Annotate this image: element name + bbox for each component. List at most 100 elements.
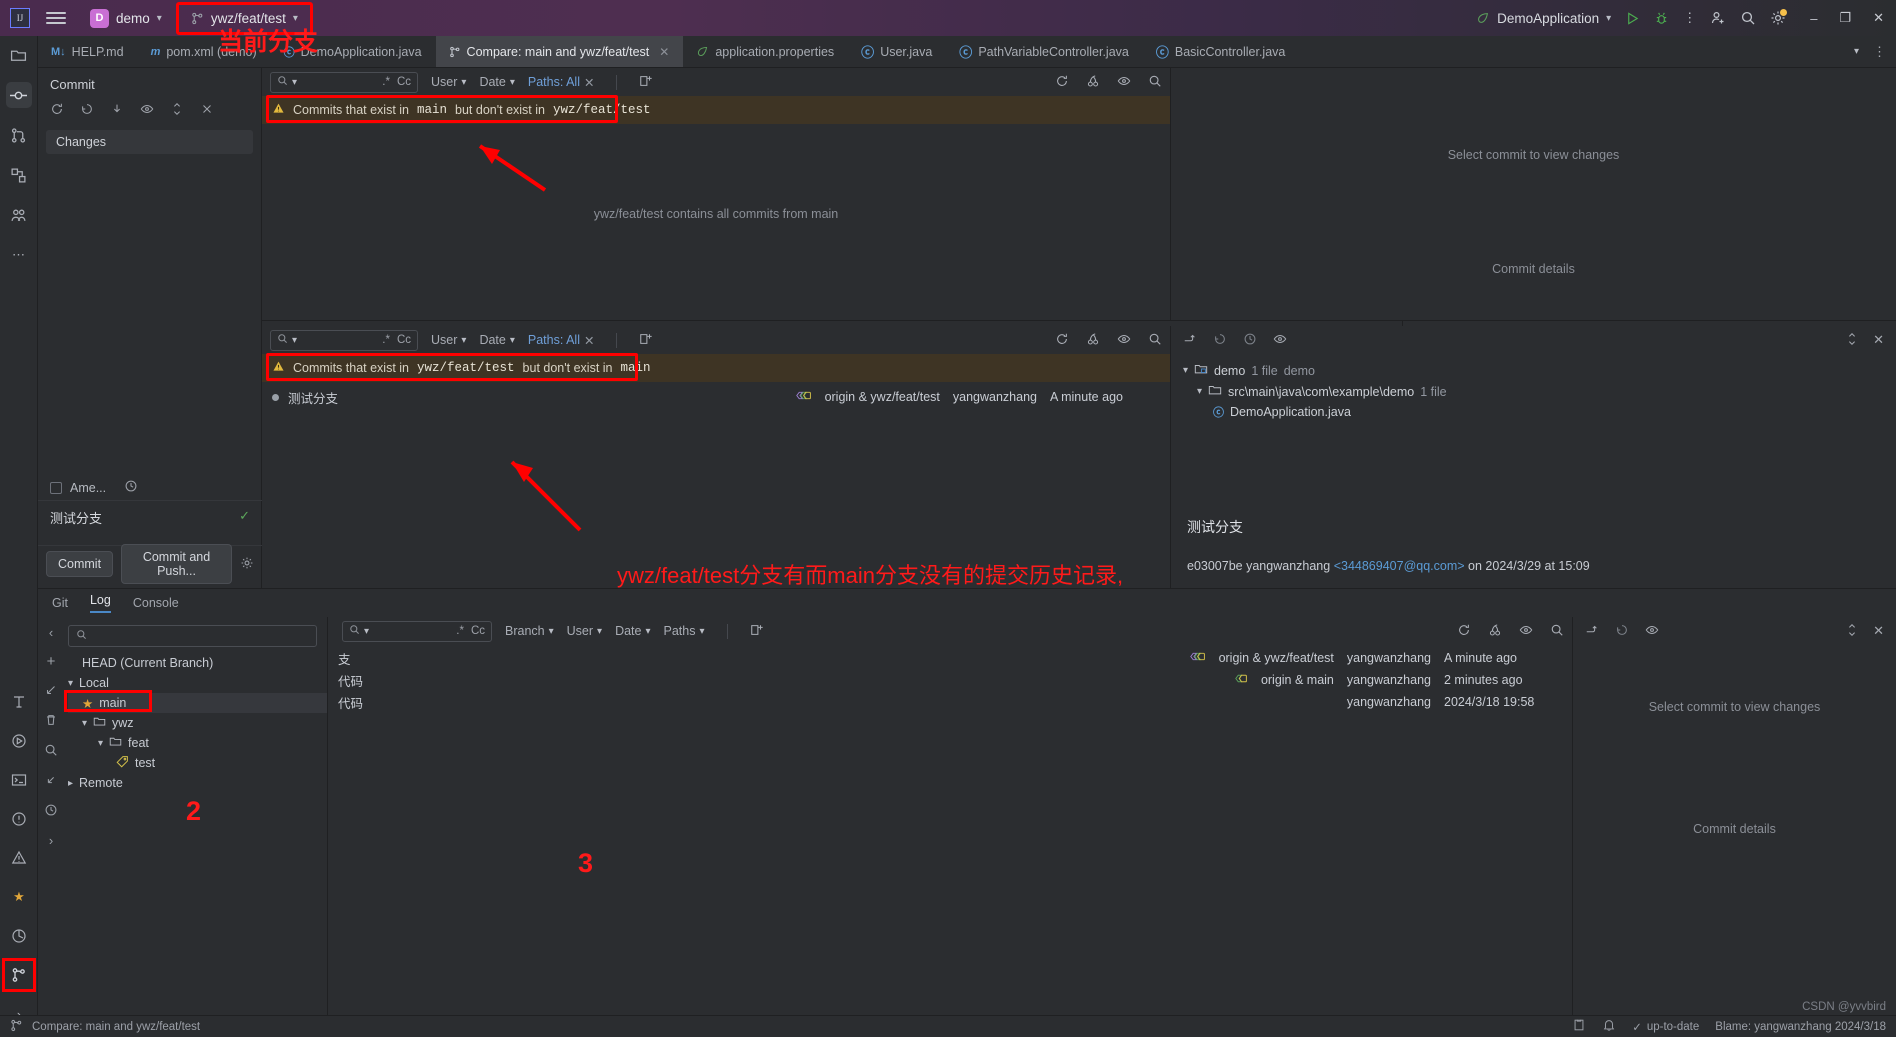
chevron-down-icon[interactable]: ▾: [68, 678, 73, 689]
tree-row[interactable]: ▾ src\main\java\com\example\demo 1 file: [1183, 381, 1884, 402]
filter-date[interactable]: Date ▾: [479, 75, 514, 89]
branch-group-ywz[interactable]: ▾ ywz: [68, 713, 327, 733]
search-icon[interactable]: [1550, 623, 1564, 640]
branch-group-remote[interactable]: ▸ Remote: [68, 773, 327, 793]
case-toggle[interactable]: Cc: [397, 76, 411, 88]
expand-rail-icon[interactable]: ›: [49, 833, 53, 848]
table-row[interactable]: 测试分支 origin & ywz/feat/test yangwanzhang…: [262, 386, 1170, 408]
add-icon[interactable]: +: [47, 653, 56, 670]
branch-selector[interactable]: ywz/feat/test ▾: [175, 1, 313, 35]
eye-icon[interactable]: [140, 102, 154, 119]
maximize-button[interactable]: ❐: [1839, 10, 1851, 26]
regex-toggle[interactable]: .*: [456, 625, 464, 637]
tab-basiccontroller-java[interactable]: ⓒ BasicController.java: [1143, 36, 1299, 67]
chevron-down-icon[interactable]: ▾: [82, 718, 87, 729]
coverage-icon[interactable]: [6, 923, 32, 949]
filter-branch[interactable]: Branch ▾: [505, 624, 554, 638]
update-icon[interactable]: [110, 102, 124, 119]
chevron-right-icon[interactable]: ▸: [68, 778, 73, 789]
regex-toggle[interactable]: .*: [382, 76, 390, 88]
more-vertical-icon[interactable]: ⋮: [1683, 10, 1696, 26]
terminal-font-icon[interactable]: [6, 689, 32, 715]
jump-to-source-icon[interactable]: [1183, 332, 1197, 349]
project-selector[interactable]: D demo ▾: [84, 7, 168, 30]
filter-paths[interactable]: Paths ▾: [664, 624, 705, 638]
branch-search-input[interactable]: [68, 625, 317, 647]
chevron-down-icon[interactable]: ▾: [292, 335, 297, 346]
filter-paths[interactable]: Paths: All ✕: [528, 75, 595, 90]
branch-node-head[interactable]: HEAD (Current Branch): [68, 653, 327, 673]
eye-icon[interactable]: [1645, 623, 1659, 640]
close-icon[interactable]: ✕: [659, 45, 669, 59]
new-tab-icon[interactable]: [639, 332, 653, 349]
chevron-left-icon[interactable]: ‹: [49, 625, 53, 640]
tab-user-java[interactable]: ⓒ User.java: [848, 36, 946, 67]
structure-view-icon[interactable]: [6, 162, 32, 188]
chevron-down-icon[interactable]: ▾: [292, 77, 297, 88]
terminal-icon[interactable]: [6, 767, 32, 793]
commit-view-icon[interactable]: [5, 82, 32, 108]
commit-and-push-button[interactable]: Commit and Push...: [121, 544, 232, 584]
tab-pathvariablecontroller-java[interactable]: ⓒ PathVariableController.java: [946, 36, 1143, 67]
close-button[interactable]: ✕: [1873, 10, 1884, 26]
eye-icon[interactable]: [1273, 332, 1287, 349]
case-toggle[interactable]: Cc: [397, 334, 411, 346]
search-icon[interactable]: [1148, 332, 1162, 349]
refresh-icon[interactable]: [1055, 332, 1069, 349]
up-to-date-status[interactable]: ✓ up-to-date: [1632, 1020, 1699, 1034]
services-icon[interactable]: [6, 202, 32, 228]
expand-all-icon[interactable]: [1845, 623, 1859, 640]
refresh-icon[interactable]: [1457, 623, 1471, 640]
collapse-all-icon[interactable]: [44, 773, 58, 790]
filter-user[interactable]: User ▾: [431, 333, 466, 347]
blame-label[interactable]: Blame: yangwanzhang 2024/3/18: [1715, 1021, 1886, 1033]
chevron-down-icon[interactable]: ▾: [364, 626, 369, 637]
bookmarks-star-icon[interactable]: ★: [6, 884, 32, 910]
git-tool-icon[interactable]: [2, 958, 36, 992]
new-tab-icon[interactable]: [750, 623, 764, 640]
revert-icon[interactable]: [1615, 623, 1629, 640]
close-icon[interactable]: ✕: [1873, 332, 1884, 349]
project-view-icon[interactable]: [6, 42, 32, 68]
tab-demoapplication-java[interactable]: ⓒ DemoApplication.java: [271, 36, 436, 67]
chevron-down-icon[interactable]: ▾: [1183, 365, 1188, 376]
filter-user[interactable]: User ▾: [431, 75, 466, 89]
gear-icon[interactable]: [1770, 9, 1788, 26]
commit-email[interactable]: <344869407@qq.com>: [1334, 559, 1465, 573]
gear-icon[interactable]: [240, 556, 254, 573]
eye-icon[interactable]: [1519, 623, 1533, 640]
tab-pom-xml[interactable]: m pom.xml (demo): [138, 36, 271, 67]
new-tab-icon[interactable]: [639, 74, 653, 91]
close-icon[interactable]: ✕: [584, 75, 594, 90]
history-icon[interactable]: [124, 479, 138, 496]
search-icon[interactable]: [1740, 10, 1756, 26]
tab-compare-branches[interactable]: Compare: main and ywz/feat/test ✕: [435, 36, 684, 67]
tab-application-properties[interactable]: application.properties: [683, 36, 848, 67]
revert-icon[interactable]: [1213, 332, 1227, 349]
delete-icon[interactable]: [44, 713, 58, 730]
collapse-all-icon[interactable]: [200, 102, 214, 119]
eye-icon[interactable]: [1117, 332, 1131, 349]
close-icon[interactable]: ✕: [584, 333, 594, 348]
minimize-button[interactable]: –: [1810, 11, 1817, 26]
cherry-pick-icon[interactable]: [1086, 74, 1100, 91]
refresh-icon[interactable]: [50, 102, 64, 119]
cherry-pick-icon[interactable]: [1488, 623, 1502, 640]
fetch-icon[interactable]: [44, 683, 58, 700]
filter-user[interactable]: User ▾: [567, 624, 602, 638]
chevron-down-icon[interactable]: ▾: [1854, 46, 1859, 57]
changes-node[interactable]: Changes: [46, 130, 253, 154]
bell-icon[interactable]: [1602, 1018, 1616, 1035]
add-user-icon[interactable]: [1710, 10, 1726, 26]
branch-node-test[interactable]: test: [68, 753, 327, 773]
tab-log[interactable]: Log: [89, 593, 111, 613]
regex-toggle[interactable]: .*: [382, 334, 390, 346]
jump-to-source-icon[interactable]: [1585, 623, 1599, 640]
settings-icon[interactable]: [44, 803, 58, 820]
warning-tool-icon[interactable]: [6, 845, 32, 871]
case-toggle[interactable]: Cc: [471, 625, 485, 637]
tab-git[interactable]: Git: [52, 596, 68, 610]
pull-requests-icon[interactable]: [6, 122, 32, 148]
table-row[interactable]: 代码 yangwanzhang 2024/3/18 19:58: [328, 691, 1572, 713]
table-row[interactable]: 支 origin & ywz/feat/test yangwanzhang A …: [328, 647, 1572, 669]
